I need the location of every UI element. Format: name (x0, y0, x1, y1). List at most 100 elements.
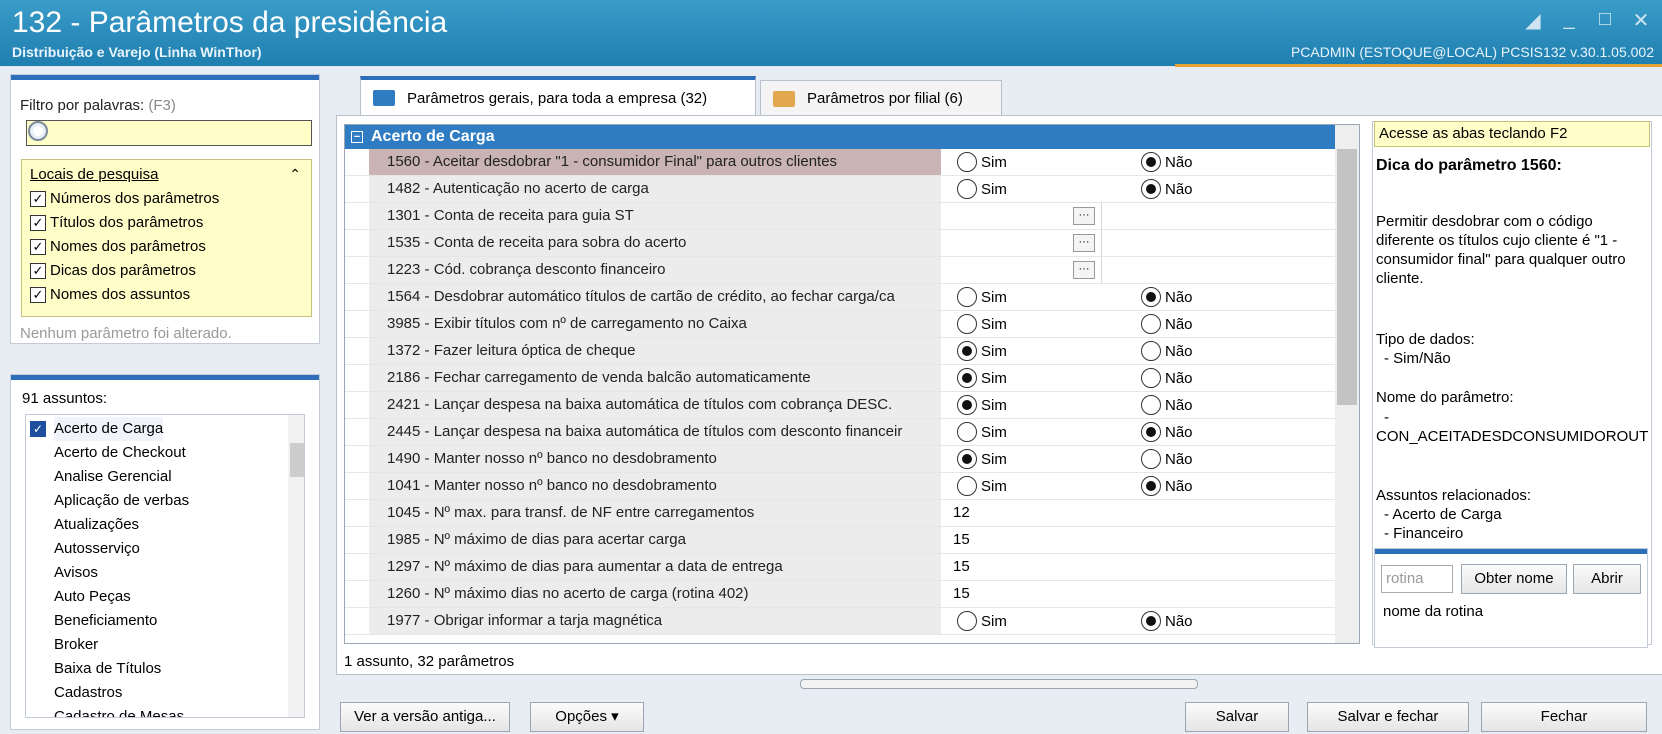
radio-nao[interactable]: Não (1141, 449, 1193, 469)
radio-nao[interactable]: Não (1141, 287, 1193, 307)
radio-nao[interactable]: Não (1141, 179, 1193, 199)
filter-input[interactable] (26, 120, 312, 146)
list-item[interactable]: Auto Peças (54, 585, 131, 609)
table-row[interactable]: 1564 - Desdobrar automático títulos de c… (345, 284, 1335, 311)
checkbox-icon[interactable]: ✓ (30, 238, 46, 255)
radio-icon[interactable] (1141, 422, 1161, 442)
table-row[interactable]: 1977 - Obrigar informar a tarja magnétic… (345, 608, 1335, 635)
table-row[interactable]: 1223 - Cód. cobrança desconto financeiro… (345, 257, 1335, 284)
list-item[interactable]: Atualizações (54, 513, 139, 537)
radio-icon[interactable] (1141, 395, 1161, 415)
open-button[interactable]: Abrir (1573, 564, 1641, 594)
list-item[interactable]: Acerto de Checkout (54, 441, 186, 465)
radio-sim[interactable]: Sim (957, 395, 1007, 415)
radio-icon[interactable] (957, 179, 977, 199)
table-row[interactable]: 3985 - Exibir títulos com nº de carregam… (345, 311, 1335, 338)
radio-sim[interactable]: Sim (957, 287, 1007, 307)
checkbox-subjects[interactable]: ✓ Nomes dos assuntos (30, 286, 190, 303)
lookup-button[interactable]: ··· (1073, 261, 1095, 279)
radio-icon[interactable] (957, 368, 977, 388)
save-close-button[interactable]: Salvar e fechar (1307, 702, 1469, 732)
radio-nao[interactable]: Não (1141, 395, 1193, 415)
radio-sim[interactable]: Sim (957, 449, 1007, 469)
tab-branch[interactable]: Parâmetros por filial (6) (760, 80, 1002, 116)
lookup-button[interactable]: ··· (1073, 234, 1095, 252)
list-item[interactable]: Analise Gerencial (54, 465, 172, 489)
list-item[interactable]: Aplicação de verbas (54, 489, 189, 513)
radio-icon[interactable] (957, 611, 977, 631)
splitter-handle[interactable] (800, 679, 1198, 689)
subject-scrollbar[interactable] (288, 415, 304, 717)
radio-sim[interactable]: Sim (957, 611, 1007, 631)
radio-nao[interactable]: Não (1141, 341, 1193, 361)
selected-check-icon[interactable]: ✓ (30, 421, 46, 437)
list-item[interactable]: Autosserviço (54, 537, 140, 561)
radio-icon[interactable] (1141, 314, 1161, 334)
collapse-up-icon[interactable]: ⌃ (289, 166, 301, 183)
table-row[interactable]: 1490 - Manter nosso nº banco no desdobra… (345, 446, 1335, 473)
checkbox-icon[interactable]: ✓ (30, 190, 46, 207)
parameter-value[interactable]: 12 (953, 500, 970, 526)
table-row[interactable]: 1560 - Aceitar desdobrar "1 - consumidor… (345, 149, 1335, 176)
list-item[interactable]: Broker (54, 633, 98, 657)
radio-icon[interactable] (957, 341, 977, 361)
radio-icon[interactable] (957, 422, 977, 442)
radio-nao[interactable]: Não (1141, 476, 1193, 496)
list-item[interactable]: Beneficiamento (54, 609, 157, 633)
rotina-input[interactable]: rotina (1381, 565, 1453, 593)
table-row[interactable]: 1372 - Fazer leitura óptica de cheque Sim… (345, 338, 1335, 365)
lookup-button[interactable]: ··· (1073, 207, 1095, 225)
checkbox-tips[interactable]: ✓ Dicas dos parâmetros (30, 262, 196, 279)
group-header[interactable]: − Acerto de Carga (345, 125, 1335, 149)
radio-nao[interactable]: Não (1141, 611, 1193, 631)
radio-sim[interactable]: Sim (957, 179, 1007, 199)
scroll-thumb[interactable] (290, 443, 304, 477)
old-version-button[interactable]: Ver a versão antiga... (340, 702, 510, 732)
table-row[interactable]: 1260 - Nº máximo dias no acerto de carga… (345, 581, 1335, 608)
radio-icon[interactable] (1141, 476, 1161, 496)
maximize-icon[interactable]: □ (1594, 8, 1616, 33)
save-button[interactable]: Salvar (1185, 702, 1289, 732)
table-row[interactable]: 2186 - Fechar carregamento de venda balc… (345, 365, 1335, 392)
parameter-value[interactable]: 15 (953, 527, 970, 553)
tab-general[interactable]: Parâmetros gerais, para toda a empresa (… (360, 76, 756, 116)
checkbox-icon[interactable]: ✓ (30, 262, 46, 279)
table-row[interactable]: 1985 - Nº máximo de dias para acertar ca… (345, 527, 1335, 554)
scroll-thumb[interactable] (1337, 149, 1357, 405)
radio-icon[interactable] (1141, 611, 1161, 631)
parameter-value[interactable]: 15 (953, 554, 970, 580)
radio-sim[interactable]: Sim (957, 368, 1007, 388)
checkbox-icon[interactable]: ✓ (30, 214, 46, 231)
get-name-button[interactable]: Obter nome (1461, 564, 1567, 594)
radio-icon[interactable] (957, 287, 977, 307)
radio-nao[interactable]: Não (1141, 368, 1193, 388)
radio-sim[interactable]: Sim (957, 314, 1007, 334)
radio-icon[interactable] (1141, 368, 1161, 388)
list-item[interactable]: Cadastros (54, 681, 122, 705)
parameter-value[interactable]: 15 (953, 581, 970, 607)
radio-icon[interactable] (1141, 449, 1161, 469)
table-row[interactable]: 1297 - Nº máximo de dias para aumentar a… (345, 554, 1335, 581)
table-row[interactable]: 1535 - Conta de receita para sobra do ac… (345, 230, 1335, 257)
table-row[interactable]: 2445 - Lançar despesa na baixa automátic… (345, 419, 1335, 446)
list-item[interactable]: Baixa de Títulos (54, 657, 161, 681)
radio-sim[interactable]: Sim (957, 422, 1007, 442)
checkbox-icon[interactable]: ✓ (30, 286, 46, 303)
radio-icon[interactable] (1141, 341, 1161, 361)
list-item[interactable]: Avisos (54, 561, 98, 585)
radio-icon[interactable] (1141, 287, 1161, 307)
list-item[interactable]: Acerto de Carga (54, 417, 164, 441)
radio-icon[interactable] (957, 476, 977, 496)
table-row[interactable]: 1482 - Autenticação no acerto de carga Si… (345, 176, 1335, 203)
restore-icon[interactable]: ◢ (1522, 8, 1544, 33)
radio-sim[interactable]: Sim (957, 341, 1007, 361)
radio-icon[interactable] (957, 314, 977, 334)
table-row[interactable]: 1301 - Conta de receita para guia ST ··· (345, 203, 1335, 230)
checkbox-numbers[interactable]: ✓ Números dos parâmetros (30, 190, 219, 207)
radio-nao[interactable]: Não (1141, 152, 1193, 172)
collapse-icon[interactable]: − (351, 131, 363, 143)
radio-icon[interactable] (957, 449, 977, 469)
radio-icon[interactable] (1141, 179, 1161, 199)
grid-scrollbar[interactable] (1335, 125, 1359, 643)
radio-nao[interactable]: Não (1141, 314, 1193, 334)
